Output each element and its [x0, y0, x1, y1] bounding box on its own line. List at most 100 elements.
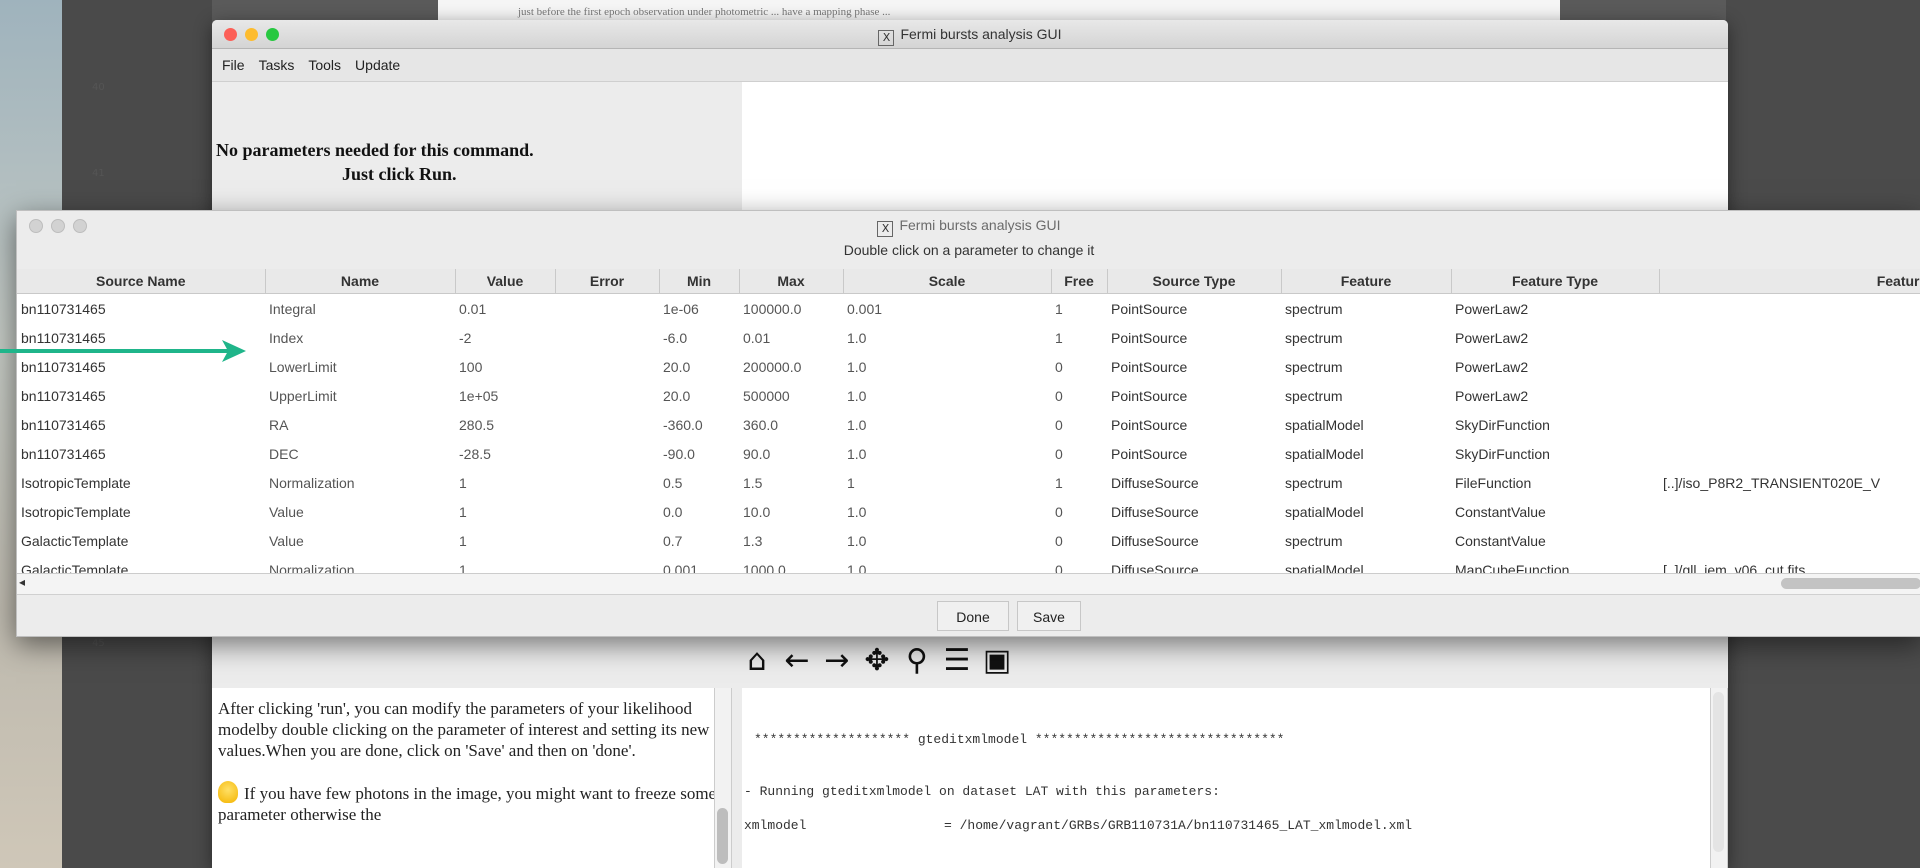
- table-cell[interactable]: 100: [455, 352, 555, 381]
- table-cell[interactable]: 0.001: [843, 293, 1051, 323]
- table-cell[interactable]: spectrum: [1281, 381, 1451, 410]
- menu-tools[interactable]: Tools: [308, 57, 341, 73]
- column-header[interactable]: Min: [659, 269, 740, 294]
- table-cell[interactable]: 1.0: [843, 323, 1051, 352]
- table-cell[interactable]: Value: [265, 497, 455, 526]
- table-cell[interactable]: PowerLaw2: [1451, 352, 1659, 381]
- table-row[interactable]: IsotropicTemplate Normalization 1 0.5 1.5 1 1 D…: [17, 468, 1920, 497]
- table-cell[interactable]: 0.5: [659, 468, 739, 497]
- table-cell[interactable]: Integral: [265, 293, 455, 323]
- table-cell[interactable]: Index: [265, 323, 455, 352]
- table-cell[interactable]: PointSource: [1107, 323, 1281, 352]
- table-cell[interactable]: 0.01: [455, 293, 555, 323]
- table-cell[interactable]: [555, 293, 659, 323]
- menu-file[interactable]: File: [222, 57, 245, 73]
- table-cell[interactable]: 20.0: [659, 352, 739, 381]
- table-cell[interactable]: -28.5: [455, 439, 555, 468]
- table-cell[interactable]: [1659, 352, 1920, 381]
- table-row[interactable]: bn110731465 UpperLimit 1e+05 20.0 500000 1.0 0…: [17, 381, 1920, 410]
- table-cell[interactable]: ConstantValue: [1451, 526, 1659, 555]
- table-cell[interactable]: 1.5: [739, 468, 843, 497]
- column-header[interactable]: Error: [555, 269, 660, 294]
- table-cell[interactable]: spectrum: [1281, 468, 1451, 497]
- table-row[interactable]: IsotropicTemplate Value 1 0.0 10.0 1.0 0 Diffus…: [17, 497, 1920, 526]
- scroll-left-icon[interactable]: ◂: [19, 575, 25, 589]
- configure-icon[interactable]: ☰: [940, 642, 974, 678]
- table-cell[interactable]: 20.0: [659, 381, 739, 410]
- table-cell[interactable]: [555, 381, 659, 410]
- table-cell[interactable]: -6.0: [659, 323, 739, 352]
- table-cell[interactable]: 10.0: [739, 497, 843, 526]
- table-cell[interactable]: [1659, 526, 1920, 555]
- column-header[interactable]: Source Type: [1107, 269, 1282, 294]
- table-cell[interactable]: PointSource: [1107, 410, 1281, 439]
- table-cell[interactable]: PointSource: [1107, 293, 1281, 323]
- forward-arrow-icon[interactable]: →: [820, 642, 854, 678]
- scrollbar-thumb[interactable]: [1781, 578, 1920, 589]
- table-cell[interactable]: 280.5: [455, 410, 555, 439]
- table-cell[interactable]: [1659, 381, 1920, 410]
- table-row[interactable]: bn110731465 LowerLimit 100 20.0 200000.0 1.0 0…: [17, 352, 1920, 381]
- column-header[interactable]: Value: [455, 269, 556, 294]
- help-scrollbar[interactable]: [714, 688, 732, 868]
- table-cell[interactable]: SkyDirFunction: [1451, 410, 1659, 439]
- table-cell[interactable]: 0.7: [659, 526, 739, 555]
- column-header[interactable]: Name: [265, 269, 456, 294]
- table-cell[interactable]: [555, 468, 659, 497]
- table-cell[interactable]: FileFunction: [1451, 468, 1659, 497]
- table-cell[interactable]: 1: [455, 497, 555, 526]
- table-row[interactable]: bn110731465 Integral 0.01 1e-06 100000.0 0.00…: [17, 293, 1920, 323]
- table-cell[interactable]: RA: [265, 410, 455, 439]
- table-cell[interactable]: PowerLaw2: [1451, 293, 1659, 323]
- table-cell[interactable]: 0: [1051, 526, 1107, 555]
- table-cell[interactable]: spectrum: [1281, 526, 1451, 555]
- dialog-titlebar[interactable]: X Fermi bursts analysis GUI: [17, 211, 1920, 239]
- table-cell[interactable]: [555, 526, 659, 555]
- table-cell[interactable]: spectrum: [1281, 293, 1451, 323]
- table-cell[interactable]: IsotropicTemplate: [17, 497, 265, 526]
- table-cell[interactable]: GalacticTemplate: [17, 526, 265, 555]
- table-cell[interactable]: SkyDirFunction: [1451, 439, 1659, 468]
- table-cell[interactable]: ConstantValue: [1451, 497, 1659, 526]
- table-cell[interactable]: spatialModel: [1281, 439, 1451, 468]
- menu-tasks[interactable]: Tasks: [259, 57, 295, 73]
- table-cell[interactable]: 1.0: [843, 410, 1051, 439]
- save-icon[interactable]: ▣: [980, 642, 1014, 678]
- table-cell[interactable]: [555, 352, 659, 381]
- pan-icon[interactable]: ✥: [860, 642, 894, 678]
- column-header[interactable]: Max: [739, 269, 844, 294]
- table-cell[interactable]: DEC: [265, 439, 455, 468]
- table-cell[interactable]: 0: [1051, 410, 1107, 439]
- table-cell[interactable]: 0: [1051, 352, 1107, 381]
- table-cell[interactable]: bn110731465: [17, 410, 265, 439]
- table-cell[interactable]: DiffuseSource: [1107, 468, 1281, 497]
- terminal-scrollbar[interactable]: [1710, 688, 1728, 868]
- table-cell[interactable]: [555, 439, 659, 468]
- main-window-titlebar[interactable]: X Fermi bursts analysis GUI: [212, 20, 1728, 49]
- table-cell[interactable]: 1.0: [843, 352, 1051, 381]
- table-cell[interactable]: DiffuseSource: [1107, 497, 1281, 526]
- table-cell[interactable]: [1659, 293, 1920, 323]
- table-cell[interactable]: PowerLaw2: [1451, 381, 1659, 410]
- table-cell[interactable]: Value: [265, 526, 455, 555]
- table-row[interactable]: bn110731465 RA 280.5 -360.0 360.0 1.0 0 PointSo…: [17, 410, 1920, 439]
- save-button[interactable]: Save: [1017, 601, 1081, 631]
- table-cell[interactable]: 1.3: [739, 526, 843, 555]
- column-header[interactable]: Feature Type: [1451, 269, 1660, 294]
- table-cell[interactable]: bn110731465: [17, 381, 265, 410]
- table-cell[interactable]: 360.0: [739, 410, 843, 439]
- table-cell[interactable]: [555, 323, 659, 352]
- table-cell[interactable]: 0: [1051, 381, 1107, 410]
- zoom-icon[interactable]: ⚲: [900, 642, 934, 678]
- table-cell[interactable]: spatialModel: [1281, 410, 1451, 439]
- table-cell[interactable]: PointSource: [1107, 352, 1281, 381]
- table-cell[interactable]: bn110731465: [17, 439, 265, 468]
- column-header[interactable]: Free: [1051, 269, 1108, 294]
- table-cell[interactable]: 90.0: [739, 439, 843, 468]
- column-header[interactable]: Scale: [843, 269, 1052, 294]
- table-cell[interactable]: 1: [1051, 293, 1107, 323]
- table-cell[interactable]: 1: [1051, 323, 1107, 352]
- table-cell[interactable]: 1.0: [843, 381, 1051, 410]
- table-cell[interactable]: spectrum: [1281, 323, 1451, 352]
- table-cell[interactable]: 1: [455, 526, 555, 555]
